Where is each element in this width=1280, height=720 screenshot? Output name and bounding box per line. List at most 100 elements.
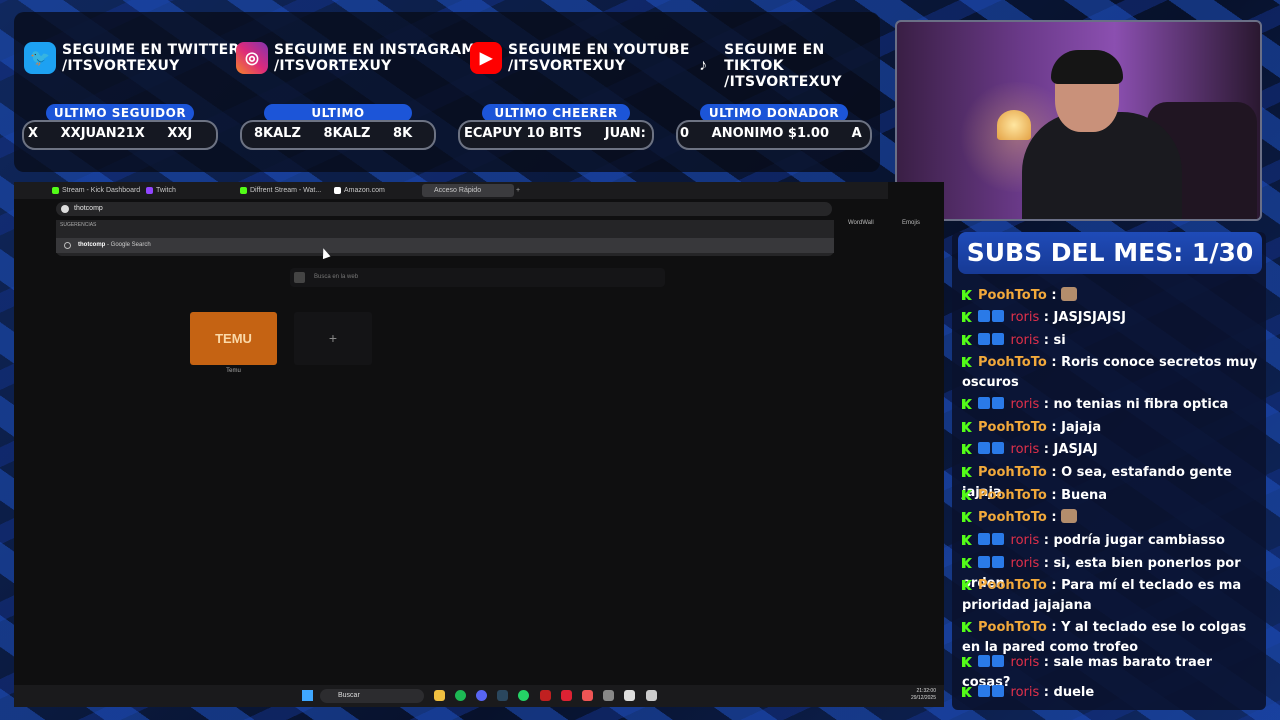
badge-icon [992, 310, 1004, 322]
badge-icon [978, 655, 990, 667]
speed-dial-label: Temu [226, 368, 241, 374]
chat-username[interactable]: roris [1011, 533, 1040, 548]
google-icon [294, 272, 305, 283]
app-icon[interactable] [603, 690, 614, 701]
chat-username[interactable]: roris [1011, 655, 1040, 670]
stat-last-follower: ULTIMO SEGUIDOR X XXJUAN21X XXJ [22, 104, 218, 150]
lamp [997, 110, 1031, 140]
tab-acceso-rapido[interactable]: Acceso Rápido [422, 184, 514, 197]
bookmark-emojis[interactable]: Emojis [902, 220, 920, 226]
tab-bar: Stream - Kick Dashboard Twitch Diffrent … [14, 182, 888, 199]
spotify-icon[interactable] [455, 690, 466, 701]
chat-username[interactable]: PoohToTo [978, 355, 1047, 370]
chat-text: podría jugar cambiasso [1053, 533, 1225, 548]
windows-start-icon[interactable] [302, 690, 313, 701]
steam-icon[interactable] [497, 690, 508, 701]
suggestions-label: SUGERENCIAS [60, 222, 97, 228]
youtube-icon: ▶ [470, 42, 502, 74]
chat-username[interactable]: PoohToTo [978, 510, 1047, 525]
chat-username[interactable]: roris [1011, 333, 1040, 348]
badge-icon [978, 556, 990, 568]
chat-username[interactable]: PoohToTo [978, 288, 1047, 303]
web-search-input[interactable]: Busca en la web [290, 268, 665, 287]
overlay-header: 🐦 SEGUIME EN TWITTER/ITSVORTEXUY ◎ SEGUI… [14, 12, 880, 172]
subs-goal-banner: SUBS DEL MES: 1/30 [958, 232, 1262, 274]
taskbar-search[interactable]: Buscar [320, 689, 424, 703]
stat-last-subscriber: ULTIMO SUSCRIPTOR 8KALZ 8KALZ 8K [240, 104, 436, 150]
chat-username[interactable]: roris [1011, 556, 1040, 571]
tab-diffrent-stream[interactable]: Diffrent Stream - Wat... [238, 184, 332, 197]
app-icon[interactable] [561, 690, 572, 701]
system-clock: 21:32:00 29/12/2025 [910, 688, 936, 701]
kick-icon [962, 422, 972, 432]
kick-icon [962, 558, 972, 568]
chat-text: si [1053, 333, 1066, 348]
new-tab-button[interactable]: + [514, 184, 520, 197]
twitter-icon: 🐦 [24, 42, 56, 74]
emote-icon [1061, 509, 1078, 523]
tab-kick-dashboard[interactable]: Stream - Kick Dashboard [50, 184, 152, 197]
chat-username[interactable]: roris [1011, 310, 1040, 325]
chat-username[interactable]: PoohToTo [978, 465, 1047, 480]
instagram-icon: ◎ [236, 42, 268, 74]
chat-message: roris : JASJAJ [962, 440, 1258, 460]
chat-username[interactable]: PoohToTo [978, 488, 1047, 503]
chat-username[interactable]: roris [1011, 442, 1040, 457]
stat-last-donor: ULTIMO DONADOR 0 ANONIMO $1.00 A [676, 104, 872, 150]
kick-icon [962, 687, 972, 697]
badge-icon [992, 442, 1004, 454]
chat-username[interactable]: roris [1011, 685, 1040, 700]
chat-username[interactable]: roris [1011, 397, 1040, 412]
browser-window: Stream - Kick Dashboard Twitch Diffrent … [14, 182, 944, 707]
speed-dial-temu[interactable]: TEMU [190, 312, 277, 365]
kick-icon [962, 312, 972, 322]
chat-text: duele [1053, 685, 1095, 700]
badge-icon [978, 685, 990, 697]
badge-icon [992, 333, 1004, 345]
address-bar[interactable]: thotcomp [56, 202, 832, 216]
chat-message: roris : duele [962, 683, 1258, 703]
chat-text: JASJAJ [1053, 442, 1098, 457]
whatsapp-icon[interactable] [518, 690, 529, 701]
suggestion-item[interactable]: thotcomp - Google Search [56, 238, 834, 253]
badge-icon [978, 533, 990, 545]
chat-text: JASJSJAJSJ [1053, 310, 1126, 325]
social-line2: /ITSVORTEXUY [508, 58, 626, 74]
stat-last-cheerer: ULTIMO CHEERER ECAPUY 10 BITS JUAN: [458, 104, 654, 150]
social-line2: /ITSVORTEXUY [62, 58, 180, 74]
chat-username[interactable]: PoohToTo [978, 420, 1047, 435]
webcam-feed [895, 20, 1262, 221]
opera-gx-icon[interactable] [540, 690, 551, 701]
obs-icon[interactable] [624, 690, 635, 701]
bookmark-wordwall[interactable]: WordWall [848, 220, 874, 226]
chat-username[interactable]: PoohToTo [978, 578, 1047, 593]
add-speed-dial-button[interactable]: + [294, 312, 372, 365]
tiktok-icon: ♪ [699, 57, 708, 74]
chat-message: PoohToTo : Y al teclado ese lo colgas en… [962, 620, 1247, 655]
social-youtube: ▶ SEGUIME EN YOUTUBE/ITSVORTEXUY [470, 42, 690, 74]
kick-icon [962, 290, 972, 300]
suggestions-dropdown: SUGERENCIAS thotcomp - Google Search [56, 220, 834, 256]
badge-icon [978, 442, 990, 454]
social-line1: SEGUIME EN TWITTER [62, 42, 240, 58]
chat-text: Buena [1061, 488, 1108, 503]
kick-icon [962, 444, 972, 454]
badge-icon [992, 556, 1004, 568]
notion-icon[interactable] [646, 690, 657, 701]
social-line2: /ITSVORTEXUY [724, 74, 842, 90]
badge-icon [992, 397, 1004, 409]
discord-icon[interactable] [476, 690, 487, 701]
social-line1: SEGUIME EN TIKTOK [724, 42, 825, 74]
search-icon [64, 242, 71, 249]
tab-amazon[interactable]: Amazon.com [332, 184, 424, 197]
app-icon[interactable] [582, 690, 593, 701]
kick-icon [962, 357, 972, 367]
chat-username[interactable]: PoohToTo [978, 620, 1047, 635]
badge-icon [978, 397, 990, 409]
kick-icon [962, 490, 972, 500]
chat-text: Jajaja [1061, 420, 1102, 435]
badge-icon [992, 533, 1004, 545]
emote-icon [1061, 287, 1078, 301]
file-explorer-icon[interactable] [434, 690, 445, 701]
tab-twitch[interactable]: Twitch [144, 184, 236, 197]
